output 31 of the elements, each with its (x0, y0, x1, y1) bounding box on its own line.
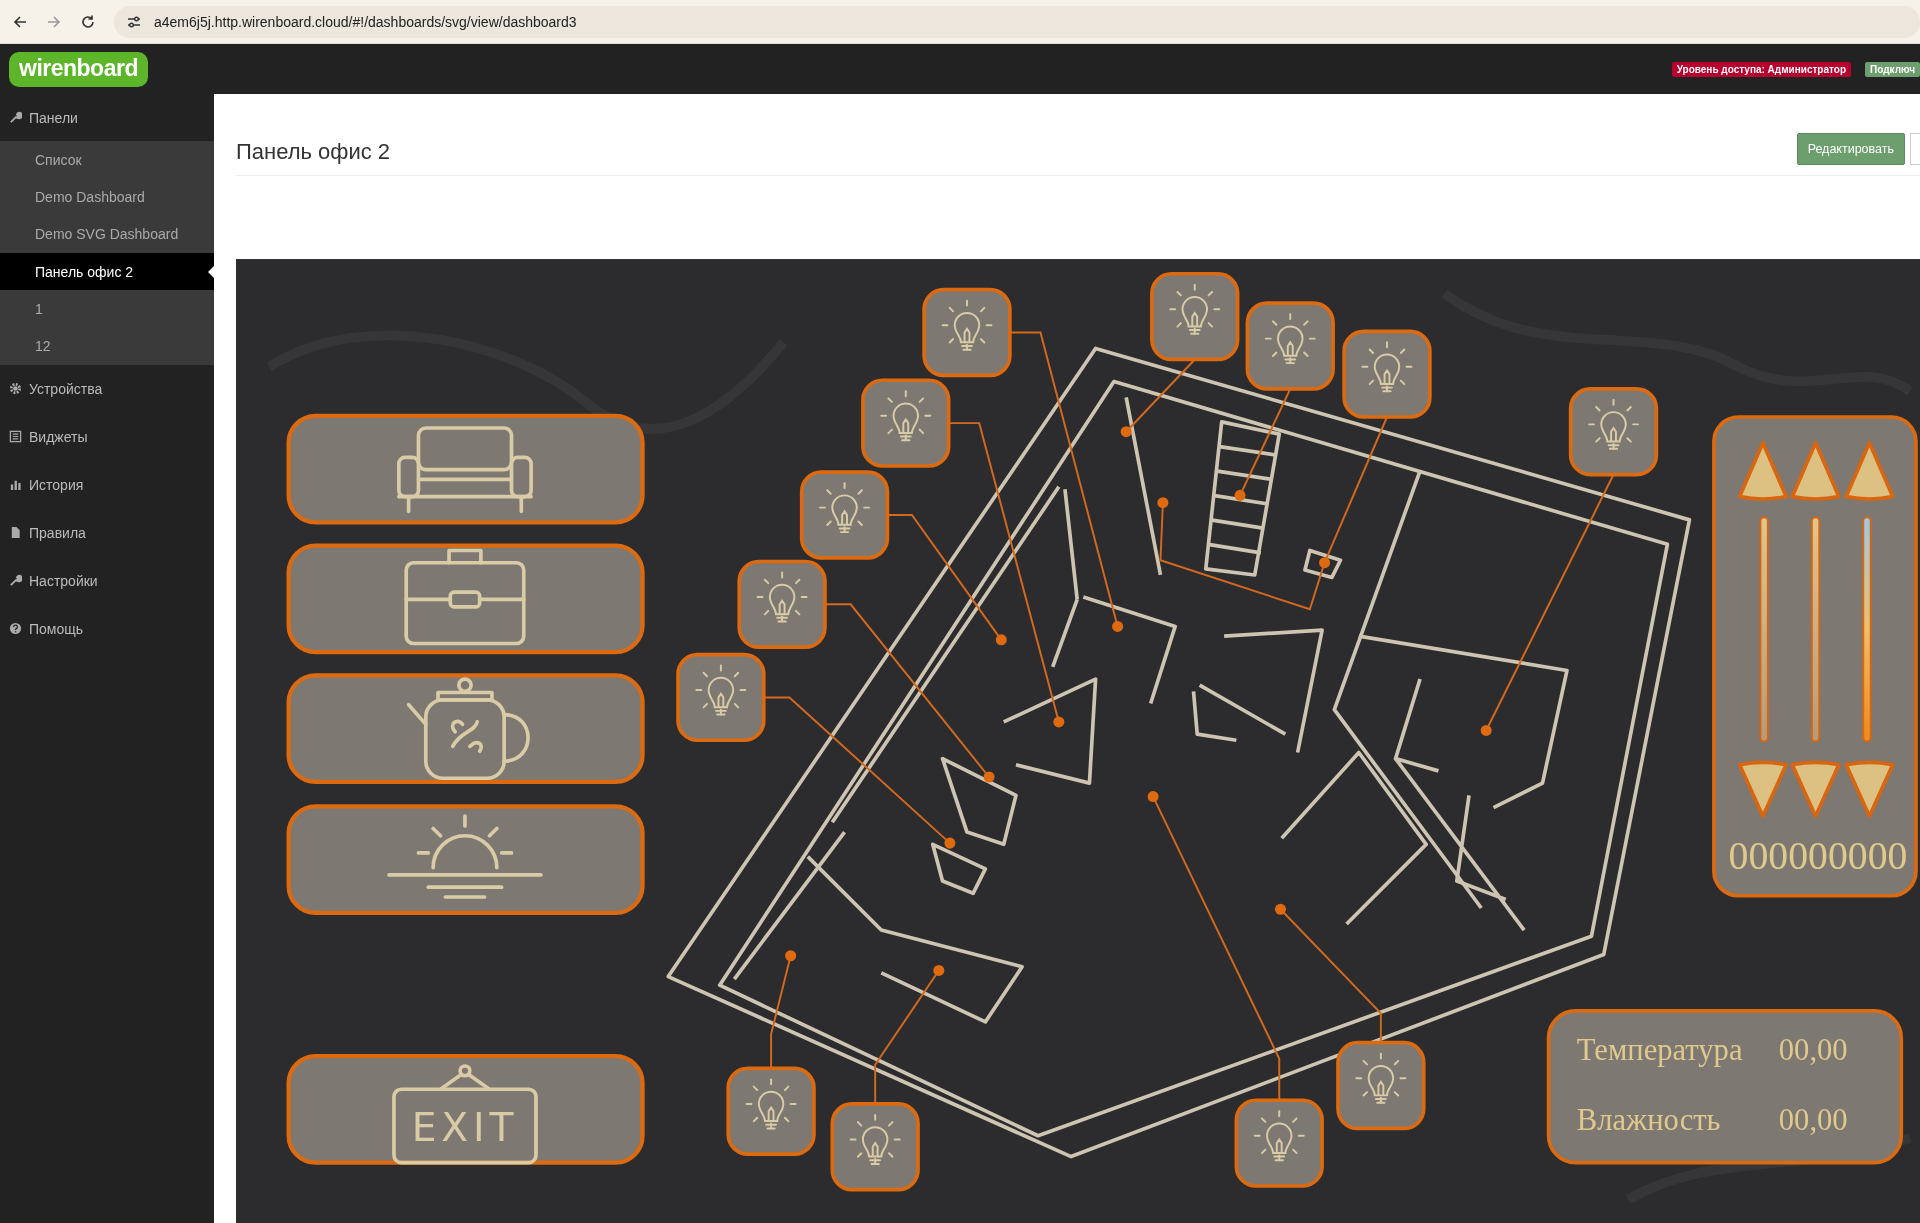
sidebar-item-label: Помощь (29, 620, 84, 637)
climate-label: Влажность (1576, 1102, 1721, 1137)
sidebar-subitem[interactable]: 1 (0, 290, 214, 328)
connection-badge: Подключ (1865, 61, 1920, 77)
sidebar-item[interactable]: Панели (0, 94, 214, 141)
sidebar-item[interactable]: История (0, 460, 214, 509)
sidebar-item-label: Настройки (29, 572, 98, 589)
sidebar-item[interactable]: Помощь (0, 604, 214, 653)
sidebar-item[interactable]: Правила (0, 508, 214, 557)
sidebar-subitem[interactable]: Demo SVG Dashboard (0, 215, 214, 253)
sidebar-item[interactable]: Настройки (0, 556, 214, 605)
climate-value: 00,00 (1778, 1032, 1848, 1067)
sidebar-item-label: Виджеты (29, 428, 88, 445)
address-bar[interactable]: a4em6j5j.http.wirenboard.cloud/#!/dashboards/svg/view/dashboard3 (114, 5, 1920, 38)
sidebar-item[interactable]: Виджеты (0, 412, 214, 461)
page-title: Панель офис 2 (236, 139, 391, 165)
sidebar-subitem[interactable]: Список (0, 141, 214, 179)
climate-value: 00,00 (1778, 1102, 1848, 1137)
sidebar-subitem[interactable]: Панель офис 2 (0, 252, 214, 291)
sidebar-item-label: Устройства (29, 380, 103, 397)
url-text: a4em6j5j.http.wirenboard.cloud/#!/dashboards/svg/view/dashboard3 (154, 13, 577, 30)
exit-label: EXIT (411, 1104, 519, 1150)
counter-display: 000000000 (1728, 832, 1911, 878)
sidebar-item-label: Панели (29, 109, 78, 126)
access-level-badge: Уровень доступа: Администратор (1671, 61, 1852, 77)
sidebar-item-label: Правила (29, 524, 86, 541)
sidebar-item-label: История (29, 476, 84, 493)
sidebar-subitem[interactable]: Demo Dashboard (0, 178, 214, 216)
sidebar-item[interactable]: Устройства (0, 364, 214, 413)
sidebar-subitem[interactable]: 12 (0, 327, 214, 365)
climate-label: Температура (1576, 1032, 1743, 1067)
